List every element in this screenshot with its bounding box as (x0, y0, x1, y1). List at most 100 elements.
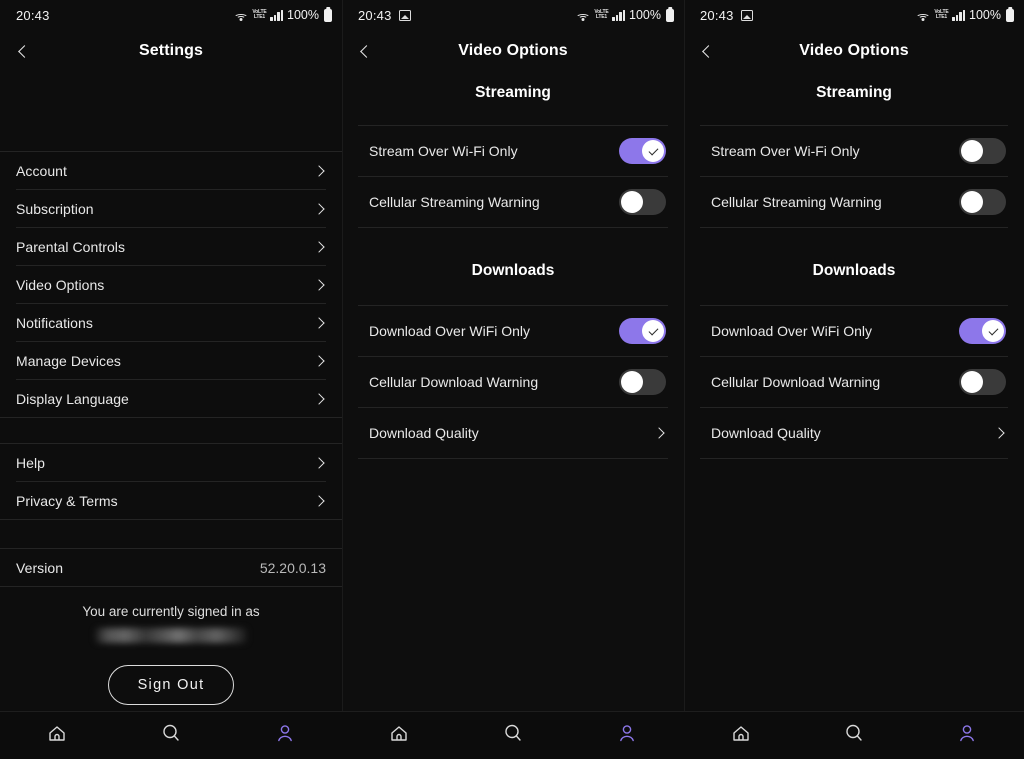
toggle-label: Cellular Download Warning (369, 374, 539, 390)
sidebar-item-video-options[interactable]: Video Options (0, 266, 342, 303)
sidebar-item-notifications[interactable]: Notifications (0, 304, 342, 341)
bottom-nav-profile[interactable] (570, 712, 684, 759)
chevron-right-icon (653, 427, 665, 439)
sidebar-item-manage-devices[interactable]: Manage Devices (0, 342, 342, 379)
battery-percent-label: 100% (287, 8, 319, 22)
settings-list-group-2: Help Privacy & Terms (0, 443, 342, 520)
status-bar: 20:43 VoLTE LTE1 100% (342, 0, 684, 30)
chevron-left-icon (701, 44, 715, 58)
toggle-row-stream-over-wifi[interactable]: Stream Over Wi-Fi Only (684, 126, 1024, 176)
sidebar-item-display-language[interactable]: Display Language (0, 380, 342, 417)
chevron-right-icon (313, 202, 325, 215)
panel-video-options-a: 20:43 VoLTE LTE1 100% Video Options Stre… (342, 0, 684, 759)
page-title: Settings (139, 42, 203, 59)
bottom-nav-search[interactable] (114, 712, 228, 759)
download-quality-row[interactable]: Download Quality (342, 408, 684, 458)
cellular-download-warning-toggle[interactable] (619, 369, 666, 395)
streaming-section: Stream Over Wi-Fi Only Cellular Streamin… (684, 125, 1024, 228)
bottom-nav-home[interactable] (684, 712, 797, 759)
toggle-row-cellular-streaming-warning[interactable]: Cellular Streaming Warning (342, 177, 684, 227)
check-icon (648, 145, 658, 155)
page-title: Video Options (799, 42, 909, 59)
chevron-right-icon (313, 240, 325, 253)
divider (0, 586, 342, 587)
bottom-nav-profile[interactable] (911, 712, 1024, 759)
search-icon (161, 723, 181, 748)
toggle-row-cellular-streaming-warning[interactable]: Cellular Streaming Warning (684, 177, 1024, 227)
status-bar-time: 20:43 (358, 7, 392, 23)
wifi-icon (916, 10, 931, 21)
battery-percent-label: 100% (629, 8, 661, 22)
toggle-row-cellular-download-warning[interactable]: Cellular Download Warning (342, 357, 684, 407)
list-item-label: Display Language (16, 390, 129, 407)
status-bar-time: 20:43 (16, 7, 50, 23)
bottom-nav-home[interactable] (342, 712, 456, 759)
battery-icon (324, 8, 332, 22)
divider (700, 458, 1008, 459)
three-panel-screenshot-comparison: 20:43 VoLTE LTE1 100% Settings Account S… (0, 0, 1024, 759)
back-button[interactable] (346, 30, 386, 72)
signed-in-text: You are currently signed in as (82, 604, 260, 619)
sidebar-item-help[interactable]: Help (0, 444, 342, 481)
bottom-nav-bar (0, 711, 342, 759)
home-icon (47, 724, 67, 748)
sidebar-item-parental-controls[interactable]: Parental Controls (0, 228, 342, 265)
panel-video-options-b: 20:43 VoLTE LTE1 100% Video Options Stre… (684, 0, 1024, 759)
battery-percent-label: 100% (969, 8, 1001, 22)
toggle-row-cellular-download-warning[interactable]: Cellular Download Warning (684, 357, 1024, 407)
toggle-label: Cellular Streaming Warning (369, 194, 540, 210)
bottom-nav-home[interactable] (0, 712, 114, 759)
bottom-nav-profile[interactable] (228, 712, 342, 759)
check-icon (648, 325, 658, 335)
check-icon (988, 325, 998, 335)
bottom-nav-search[interactable] (456, 712, 570, 759)
toggle-knob (982, 320, 1004, 342)
sign-out-button[interactable]: Sign Out (107, 665, 235, 705)
stream-over-wifi-toggle[interactable] (619, 138, 666, 164)
home-icon (389, 724, 409, 748)
cellular-streaming-warning-toggle[interactable] (619, 189, 666, 215)
download-over-wifi-toggle[interactable] (619, 318, 666, 344)
chevron-right-icon (313, 456, 325, 469)
back-button[interactable] (4, 30, 44, 72)
section-heading-downloads: Downloads (471, 262, 555, 279)
list-item-label: Help (16, 454, 45, 471)
download-over-wifi-toggle[interactable] (959, 318, 1006, 344)
toggle-knob (642, 320, 664, 342)
version-row: Version 52.20.0.13 (0, 549, 342, 586)
settings-list-group-3: Version 52.20.0.13 (0, 548, 342, 587)
cellular-streaming-warning-toggle[interactable] (959, 189, 1006, 215)
list-item-label: Subscription (16, 200, 94, 217)
list-item-label: Privacy & Terms (16, 492, 118, 509)
cellular-download-warning-toggle[interactable] (959, 369, 1006, 395)
chevron-left-icon (17, 44, 31, 58)
toggle-row-download-over-wifi[interactable]: Download Over WiFi Only (684, 306, 1024, 356)
sidebar-item-privacy-terms[interactable]: Privacy & Terms (0, 482, 342, 519)
version-value: 52.20.0.13 (259, 559, 326, 576)
bottom-nav-search[interactable] (797, 712, 910, 759)
stream-over-wifi-toggle[interactable] (959, 138, 1006, 164)
downloads-section: Download Over WiFi Only Cellular Downloa… (684, 305, 1024, 459)
sidebar-item-subscription[interactable]: Subscription (0, 190, 342, 227)
streaming-section: Stream Over Wi-Fi Only Cellular Streamin… (342, 125, 684, 228)
toggle-row-download-over-wifi[interactable]: Download Over WiFi Only (342, 306, 684, 356)
list-item-label: Parental Controls (16, 238, 126, 255)
toggle-label: Download Over WiFi Only (369, 323, 531, 339)
sidebar-item-account[interactable]: Account (0, 152, 342, 189)
status-bar-icons: VoLTE LTE1 100% (576, 8, 674, 22)
back-button[interactable] (688, 30, 728, 72)
toggle-knob (961, 140, 983, 162)
toggle-row-stream-over-wifi[interactable]: Stream Over Wi-Fi Only (342, 126, 684, 176)
home-icon (731, 724, 751, 748)
sign-out-container: Sign Out (0, 665, 342, 705)
chevron-right-icon (313, 164, 325, 177)
download-quality-row[interactable]: Download Quality (684, 408, 1024, 458)
toggle-label: Stream Over Wi-Fi Only (369, 143, 518, 159)
person-icon (957, 723, 977, 748)
nav-bar-settings: Settings (0, 30, 342, 72)
search-icon (844, 723, 864, 748)
status-bar: 20:43 VoLTE LTE1 100% (684, 0, 1024, 30)
list-item-label: Manage Devices (16, 352, 121, 369)
version-label: Version (16, 559, 64, 576)
